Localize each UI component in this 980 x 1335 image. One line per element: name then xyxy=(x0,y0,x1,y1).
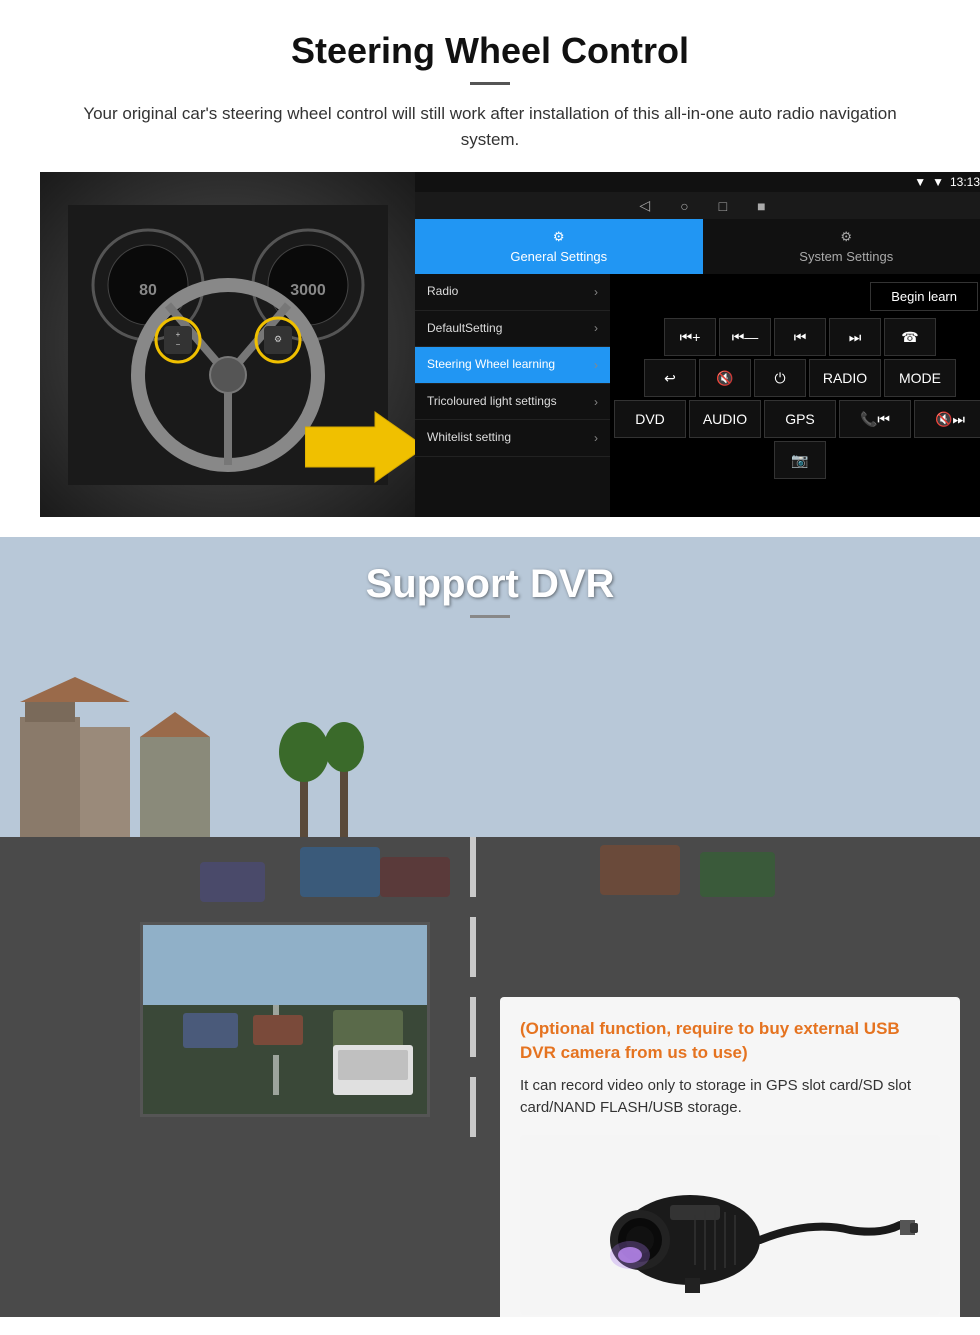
dvr-info-text: It can record video only to storage in G… xyxy=(520,1075,940,1120)
menu-steering-label: Steering Wheel learning xyxy=(427,357,555,373)
wifi-icon: ▼ xyxy=(932,175,944,189)
dvd-button[interactable]: DVD xyxy=(614,400,686,438)
menu-item-tricoloured[interactable]: Tricoloured light settings › xyxy=(415,384,610,421)
steering-photo: 80 3000 + − xyxy=(40,172,415,517)
system-icon: ⚙ xyxy=(840,229,852,245)
radio-button[interactable]: RADIO xyxy=(809,359,881,397)
whitelist-chevron-icon: › xyxy=(594,431,598,445)
steering-subtitle: Your original car's steering wheel contr… xyxy=(80,101,900,152)
mute-next-button[interactable]: 🔇⏭ xyxy=(914,400,980,438)
menu-radio-label: Radio xyxy=(427,284,458,300)
svg-text:+: + xyxy=(175,330,180,339)
phone-button[interactable]: ☎ xyxy=(884,318,936,356)
dvr-divider xyxy=(470,615,510,618)
dvr-info-title: (Optional function, require to buy exter… xyxy=(520,1017,940,1065)
audio-button[interactable]: AUDIO xyxy=(689,400,761,438)
menu-default-label: DefaultSetting xyxy=(427,321,502,337)
dvr-camera-image xyxy=(520,1135,940,1315)
tab-system-label: System Settings xyxy=(799,249,893,264)
steering-arrow-svg xyxy=(305,407,415,487)
menu-controls: Radio › DefaultSetting › Steering Wheel … xyxy=(415,274,980,517)
ctrl-row-2: ↩ 🔇 ⏻ RADIO MODE xyxy=(614,359,980,397)
vol-up-button[interactable]: ⏮+ xyxy=(664,318,716,356)
menu-item-default[interactable]: DefaultSetting › xyxy=(415,311,610,348)
phone-prev-button[interactable]: 📞⏮ xyxy=(839,400,911,438)
back-button[interactable]: ↩ xyxy=(644,359,696,397)
nav-bar: ◁ ○ □ ■ xyxy=(415,192,980,219)
status-bar: ▼ ▼ 13:13 xyxy=(415,172,980,192)
tab-general-label: General Settings xyxy=(510,249,607,264)
ctrl-row-3: DVD AUDIO GPS 📞⏮ 🔇⏭ xyxy=(614,400,980,438)
dvr-info-card: (Optional function, require to buy exter… xyxy=(500,997,960,1317)
dvr-header: Support DVR xyxy=(0,537,980,628)
menu-item-whitelist[interactable]: Whitelist setting › xyxy=(415,420,610,457)
begin-learn-button[interactable]: Begin learn xyxy=(870,282,978,311)
begin-learn-row: Begin learn xyxy=(614,278,980,315)
back-nav-icon[interactable]: ◁ xyxy=(639,197,650,214)
menu-item-radio[interactable]: Radio › xyxy=(415,274,610,311)
tricoloured-chevron-icon: › xyxy=(594,395,598,409)
settings-tabs: ⚙ General Settings ⚙ System Settings xyxy=(415,219,980,274)
next-track-button[interactable]: ⏭ xyxy=(829,318,881,356)
signal-icon: ▼ xyxy=(914,175,926,189)
ctrl-row-1: ⏮+ ⏮— ⏮ ⏭ ☎ xyxy=(614,318,980,356)
steering-divider xyxy=(470,82,510,85)
steering-chevron-icon: › xyxy=(594,358,598,372)
dvr-inset-road xyxy=(143,925,427,1114)
controls-panel: Begin learn ⏮+ ⏮— ⏮ ⏭ ☎ ↩ 🔇 ⏻ xyxy=(610,274,980,517)
menu-whitelist-label: Whitelist setting xyxy=(427,430,511,446)
steering-title: Steering Wheel Control xyxy=(40,30,940,72)
menu-tricoloured-label: Tricoloured light settings xyxy=(427,394,557,410)
mode-button[interactable]: MODE xyxy=(884,359,956,397)
vol-down-button[interactable]: ⏮— xyxy=(719,318,771,356)
inset-scene-svg xyxy=(143,925,430,1117)
power-button[interactable]: ⏻ xyxy=(754,359,806,397)
dvr-section: Support DVR (Optional function, require xyxy=(0,537,980,1317)
menu-list: Radio › DefaultSetting › Steering Wheel … xyxy=(415,274,610,517)
svg-text:3000: 3000 xyxy=(290,282,326,299)
steering-section: Steering Wheel Control Your original car… xyxy=(0,0,980,537)
mute-button[interactable]: 🔇 xyxy=(699,359,751,397)
default-chevron-icon: › xyxy=(594,321,598,335)
svg-text:⚙: ⚙ xyxy=(273,334,281,344)
svg-text:−: − xyxy=(175,340,180,349)
steering-photo-inner: 80 3000 + − xyxy=(40,172,415,517)
dvr-title: Support DVR xyxy=(20,562,960,607)
steering-content: 80 3000 + − xyxy=(40,172,940,517)
prev-track-button[interactable]: ⏮ xyxy=(774,318,826,356)
android-panel: ▼ ▼ 13:13 ◁ ○ □ ■ ⚙ General Settings ⚙ S… xyxy=(415,172,980,517)
dvr-camera-svg xyxy=(540,1140,920,1310)
menu-item-steering-learning[interactable]: Steering Wheel learning › xyxy=(415,347,610,384)
tab-system[interactable]: ⚙ System Settings xyxy=(703,219,980,274)
home-nav-icon[interactable]: ○ xyxy=(680,198,688,214)
gear-icon: ⚙ xyxy=(553,229,565,245)
dvr-inset-screen xyxy=(140,922,430,1117)
svg-text:80: 80 xyxy=(139,282,157,299)
tab-general[interactable]: ⚙ General Settings xyxy=(415,219,703,274)
ctrl-row-4: 📷 xyxy=(614,441,980,479)
recent-nav-icon[interactable]: □ xyxy=(719,198,727,214)
radio-chevron-icon: › xyxy=(594,285,598,299)
time-display: 13:13 xyxy=(950,175,980,189)
gps-button[interactable]: GPS xyxy=(764,400,836,438)
extra-nav-icon[interactable]: ■ xyxy=(757,198,765,214)
camera-button[interactable]: 📷 xyxy=(774,441,826,479)
